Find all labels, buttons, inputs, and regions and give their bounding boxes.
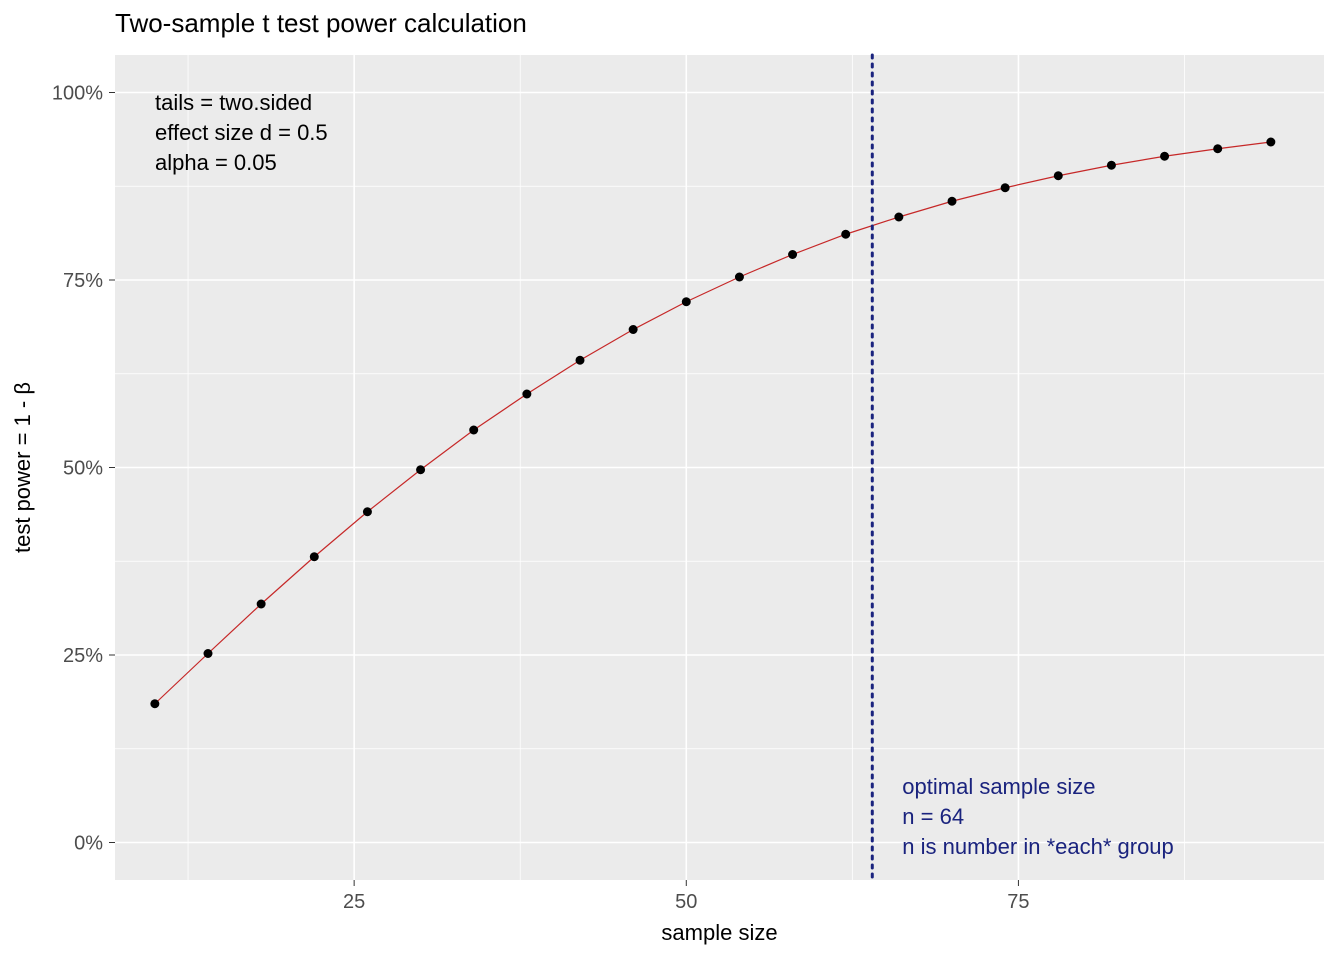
annotation-optimal-n: n = 64 — [902, 804, 964, 829]
chart-svg: 25 50 75 0% 25% 50% 75% 100% Two-sample t test… — [0, 0, 1344, 960]
svg-text:75: 75 — [1007, 891, 1029, 913]
chart-container: 25 50 75 0% 25% 50% 75% 100% Two-sample t test… — [0, 0, 1344, 960]
svg-text:75%: 75% — [63, 270, 103, 292]
annotation-optimal-note: n is number in *each* group — [902, 834, 1173, 859]
svg-text:50: 50 — [675, 891, 697, 913]
y-axis-tick-labels: 0% 25% 50% 75% 100% — [52, 83, 103, 855]
annotation-effect-size: effect size d = 0.5 — [155, 120, 328, 145]
annotation-optimal-title: optimal sample size — [902, 774, 1095, 799]
svg-text:0%: 0% — [74, 833, 103, 855]
x-axis-tick-labels: 25 50 75 — [343, 891, 1030, 913]
y-axis-label: test power = 1 - β — [10, 382, 35, 553]
chart-title: Two-sample t test power calculation — [115, 8, 527, 38]
y-axis-ticks — [109, 93, 115, 843]
svg-text:25%: 25% — [63, 645, 103, 667]
svg-text:50%: 50% — [63, 458, 103, 480]
annotation-tails: tails = two.sided — [155, 90, 312, 115]
annotation-alpha: alpha = 0.05 — [155, 150, 277, 175]
svg-text:100%: 100% — [52, 83, 103, 105]
x-axis-ticks — [354, 880, 1018, 886]
x-axis-label: sample size — [661, 920, 777, 945]
svg-text:25: 25 — [343, 891, 365, 913]
